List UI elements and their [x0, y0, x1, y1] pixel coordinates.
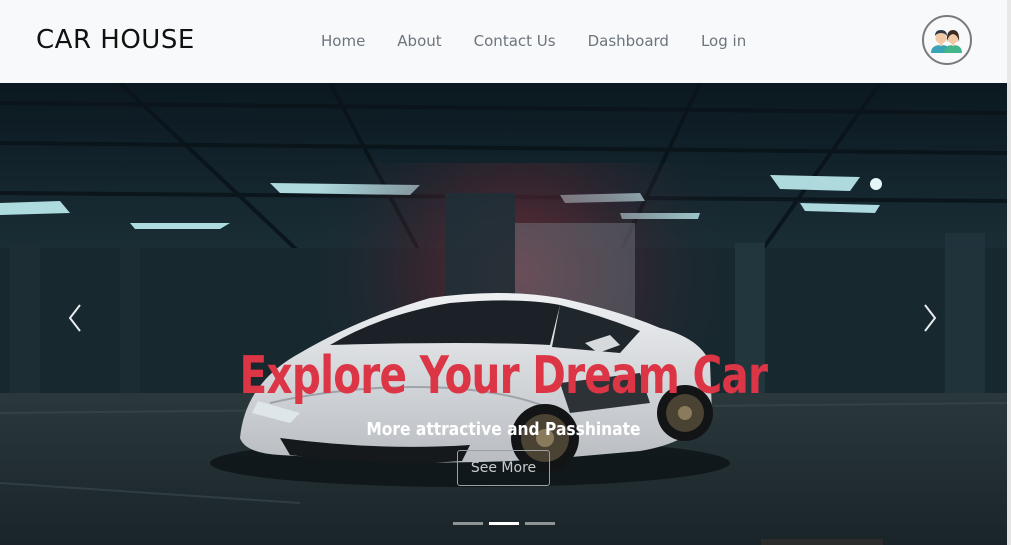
hero-title: Explore Your Dream Car [239, 346, 769, 406]
nav-link-dashboard[interactable]: Dashboard [588, 30, 669, 52]
carousel-prev-button[interactable] [56, 300, 96, 336]
carousel-indicator-2[interactable] [489, 522, 519, 525]
partial-element [761, 539, 883, 545]
scrollbar-track-top [1007, 0, 1011, 83]
nav-link-contact[interactable]: Contact Us [474, 30, 556, 52]
chevron-left-icon [68, 304, 81, 332]
chevron-right-icon [924, 304, 937, 332]
carousel-next-button[interactable] [911, 300, 951, 336]
user-avatar-button[interactable] [922, 15, 972, 65]
see-more-button[interactable]: See More [457, 450, 550, 486]
users-avatar-icon [931, 30, 962, 53]
nav-links: Home About Contact Us Dashboard Log in [321, 30, 746, 52]
navbar: CAR HOUSE Home About Contact Us Dashboar… [0, 0, 1011, 83]
nav-link-home[interactable]: Home [321, 30, 365, 52]
nav-link-login[interactable]: Log in [701, 30, 746, 52]
carousel-indicator-1[interactable] [453, 522, 483, 525]
carousel-indicators [453, 522, 555, 526]
nav-link-about[interactable]: About [397, 30, 441, 52]
carousel-indicator-3[interactable] [525, 522, 555, 525]
hero-subtitle: More attractive and Passhinate [366, 419, 641, 440]
scrollbar-track [1007, 83, 1011, 545]
brand-logo-text[interactable]: CAR HOUSE [36, 24, 195, 56]
